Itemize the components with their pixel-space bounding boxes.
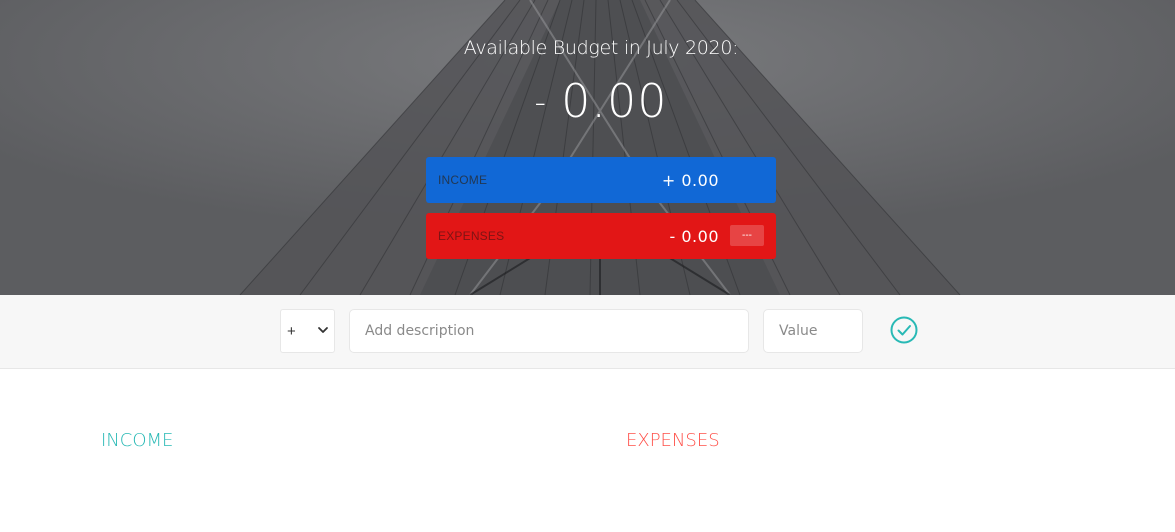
value-input[interactable] [763, 309, 863, 353]
add-item-button[interactable] [889, 315, 919, 345]
check-circle-icon [890, 316, 918, 344]
income-summary: Income + 0.00 [426, 157, 776, 203]
expenses-summary-label: Expenses [438, 229, 505, 243]
expenses-summary: Expenses - 0.00 --- [426, 213, 776, 259]
available-budget-value: -0.00 [0, 74, 1175, 128]
income-summary-amount: + 0.00 [661, 170, 719, 190]
income-list-title: Income [101, 430, 174, 451]
add-item-bar: + [0, 295, 1175, 369]
expenses-summary-amount: - 0.00 [669, 226, 719, 246]
header-hero: Available Budget in July 2020: -0.00 Inc… [0, 0, 1175, 295]
budget-sign: - [534, 83, 548, 121]
description-input[interactable] [349, 309, 749, 353]
expenses-percentage-badge: --- [730, 225, 764, 246]
budget-title: Available Budget in July 2020: [463, 37, 739, 59]
budget-amount: 0.00 [561, 74, 668, 128]
type-select[interactable]: + [280, 309, 335, 353]
expenses-list-title: Expenses [626, 430, 720, 451]
income-summary-label: Income [438, 173, 488, 187]
chevron-down-icon [318, 327, 328, 333]
type-select-value: + [287, 322, 296, 340]
